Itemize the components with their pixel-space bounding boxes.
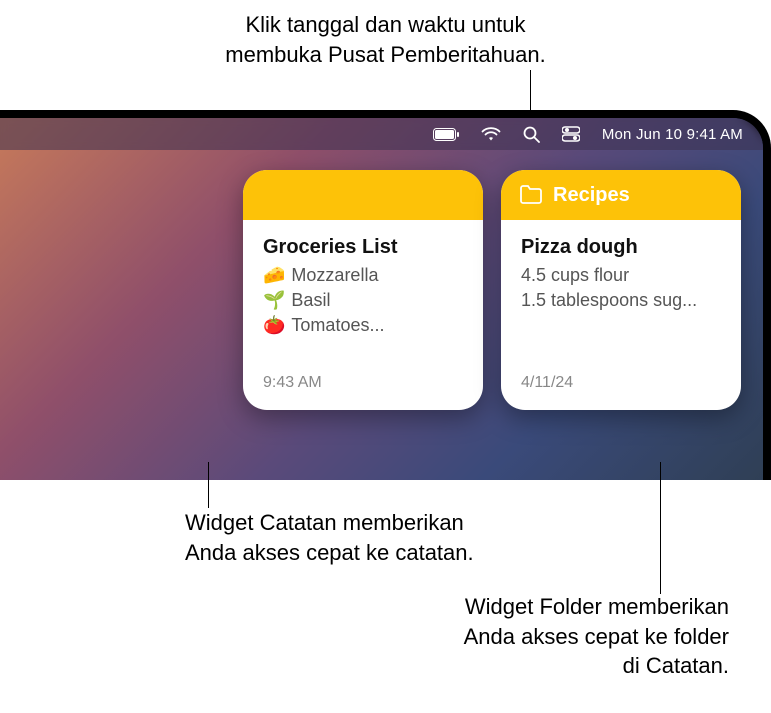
desktop-screen: Mon Jun 10 9:41 AM Groceries List 🧀 Mozz… xyxy=(0,118,763,480)
note-line: 🧀 Mozzarella xyxy=(263,263,463,288)
annotation-text: Widget Catatan memberikan xyxy=(185,510,464,535)
annotation-text: Anda akses cepat ke catatan. xyxy=(185,540,474,565)
notes-widget-body: Groceries List 🧀 Mozzarella 🌱 Basil 🍅 To… xyxy=(243,220,483,374)
note-item-text: Basil xyxy=(291,288,330,313)
folder-note-line: 1.5 tablespoons sug... xyxy=(521,288,721,313)
annotation-text: di Catatan. xyxy=(623,653,729,678)
note-line: 🌱 Basil xyxy=(263,288,463,313)
folder-widget-body: Pizza dough 4.5 cups flour 1.5 tablespoo… xyxy=(501,220,741,374)
device-frame: Mon Jun 10 9:41 AM Groceries List 🧀 Mozz… xyxy=(0,110,771,480)
folder-header-label: Recipes xyxy=(553,184,630,207)
folder-note-line: 4.5 cups flour xyxy=(521,263,721,288)
note-line: 🍅 Tomatoes... xyxy=(263,313,463,338)
widgets-area: Groceries List 🧀 Mozzarella 🌱 Basil 🍅 To… xyxy=(243,170,741,410)
annotation-notes-widget: Widget Catatan memberikan Anda akses cep… xyxy=(185,508,474,567)
folder-note-title: Pizza dough xyxy=(521,236,721,259)
folder-widget-header: Recipes xyxy=(501,170,741,220)
annotation-text: Widget Folder memberikan xyxy=(465,594,729,619)
menubar-datetime[interactable]: Mon Jun 10 9:41 AM xyxy=(602,126,743,143)
note-item-text: Mozzarella xyxy=(291,263,378,288)
notes-widget[interactable]: Groceries List 🧀 Mozzarella 🌱 Basil 🍅 To… xyxy=(243,170,483,410)
cheese-icon: 🧀 xyxy=(263,263,285,288)
folder-widget[interactable]: Recipes Pizza dough 4.5 cups flour 1.5 t… xyxy=(501,170,741,410)
note-timestamp: 9:43 AM xyxy=(243,374,483,410)
callout-line xyxy=(208,462,209,508)
herb-icon: 🌱 xyxy=(263,288,285,313)
callout-line xyxy=(660,462,661,594)
annotation-folder-widget: Widget Folder memberikan Anda akses cepa… xyxy=(0,592,729,681)
annotation-text: Anda akses cepat ke folder xyxy=(464,624,729,649)
annotation-datetime: Klik tanggal dan waktu untuk membuka Pus… xyxy=(0,10,771,69)
spotlight-search-icon[interactable] xyxy=(523,126,540,143)
menu-bar: Mon Jun 10 9:41 AM xyxy=(0,118,763,150)
annotation-text: membuka Pusat Pemberitahuan. xyxy=(225,42,545,67)
wifi-icon[interactable] xyxy=(481,127,501,141)
folder-icon xyxy=(519,185,543,205)
folder-note-date: 4/11/24 xyxy=(501,374,741,410)
control-center-icon[interactable] xyxy=(562,126,580,142)
note-item-text: Tomatoes... xyxy=(291,313,384,338)
annotation-text: Klik tanggal dan waktu untuk xyxy=(245,12,525,37)
note-title: Groceries List xyxy=(263,236,463,259)
tomato-icon: 🍅 xyxy=(263,313,285,338)
notes-widget-header xyxy=(243,170,483,220)
battery-icon[interactable] xyxy=(433,128,459,141)
